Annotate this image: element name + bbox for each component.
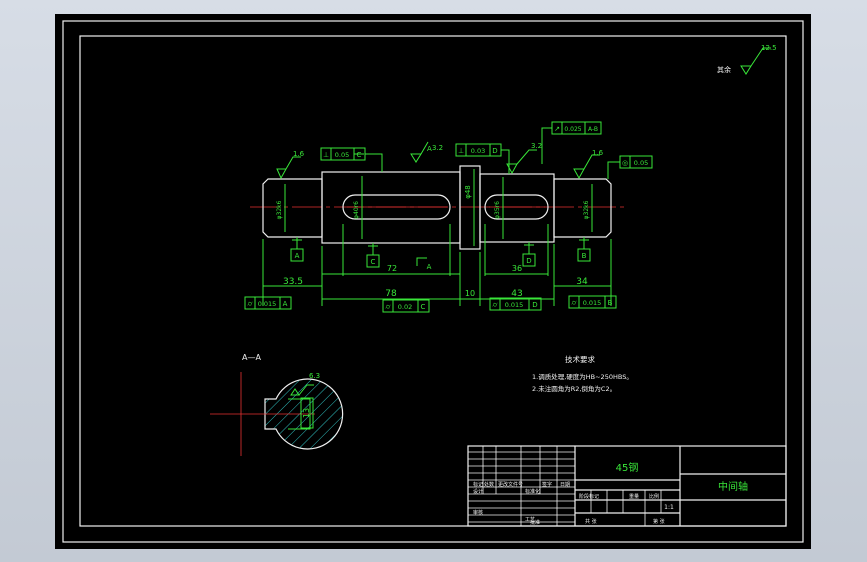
datum-c: C bbox=[366, 243, 380, 268]
tech-requirements-title: 技术要求 bbox=[565, 354, 595, 364]
tb-approve: 批准 bbox=[530, 519, 540, 526]
dim-34: 34 bbox=[576, 277, 588, 287]
dim-72: 72 bbox=[387, 264, 397, 273]
svg-text:0.025: 0.025 bbox=[564, 126, 581, 133]
tb-design: 设计 bbox=[473, 488, 483, 495]
svg-text:C: C bbox=[357, 151, 362, 159]
tb-label-change: 更改文件号 bbox=[498, 481, 523, 488]
svg-text:◎: ◎ bbox=[622, 159, 628, 167]
tb-std: 标准化 bbox=[525, 488, 540, 495]
svg-text:C: C bbox=[421, 303, 426, 311]
diameter-label-3: φ48 bbox=[464, 185, 472, 199]
gdt-frame-4: ◎ 0.05 bbox=[607, 155, 653, 179]
outer-border bbox=[62, 20, 804, 543]
tb-part-name: 中间轴 bbox=[718, 480, 748, 493]
gdt-frame-7: ⌭ 0.015 D bbox=[489, 297, 542, 311]
svg-text:↗: ↗ bbox=[554, 125, 560, 133]
overall-roughness-value: 12.5 bbox=[761, 44, 777, 52]
tb-label-sign: 签字 bbox=[542, 481, 552, 488]
roughness-3: 3.2 bbox=[531, 142, 542, 150]
diameter-label-5: φ32k6 bbox=[583, 200, 590, 219]
svg-text:0.015: 0.015 bbox=[583, 299, 602, 307]
roughness-2: 3.2 bbox=[432, 144, 443, 152]
svg-text:B: B bbox=[608, 299, 613, 307]
section-view-marker: A bbox=[427, 145, 432, 153]
svg-text:B: B bbox=[582, 252, 587, 260]
svg-text:⊥: ⊥ bbox=[458, 147, 464, 155]
datum-d: D bbox=[522, 242, 536, 267]
datum-b: B bbox=[577, 237, 591, 262]
tb-material: 45钢 bbox=[616, 461, 639, 474]
gdt-frame-8: ⌭ 0.015 B bbox=[568, 295, 617, 309]
diameter-label-4: φ35r6 bbox=[494, 201, 501, 219]
drawing-sheet: 其余 12.5 φ32k6 φ40r6 φ48 φ35r6 φ32k6 1.6 … bbox=[62, 20, 804, 543]
tb-scale-label: 比例 bbox=[649, 493, 659, 500]
svg-text:⌭: ⌭ bbox=[247, 300, 252, 308]
svg-text:A: A bbox=[295, 252, 300, 260]
dim-78: 78 bbox=[385, 289, 397, 299]
svg-text:⌭: ⌭ bbox=[571, 299, 576, 307]
shaft-segment-keyed-right bbox=[479, 173, 555, 243]
dim-36: 36 bbox=[512, 264, 522, 273]
diameter-label-1: φ32k6 bbox=[276, 200, 283, 219]
dim-33-5: 33.5 bbox=[283, 277, 303, 287]
svg-text:C: C bbox=[371, 258, 376, 266]
section-roughness: 6.3 bbox=[309, 372, 320, 380]
tb-label-count: 处数 bbox=[484, 481, 494, 488]
svg-text:⌭: ⌭ bbox=[385, 303, 390, 311]
shaft-collar bbox=[459, 165, 481, 250]
gdt-frame-6: ⌭ 0.02 C bbox=[382, 299, 430, 313]
svg-text:⌭: ⌭ bbox=[492, 301, 497, 309]
svg-text:D: D bbox=[526, 257, 531, 265]
datum-a: A bbox=[290, 237, 304, 262]
overall-roughness-label: 其余 bbox=[717, 65, 731, 74]
roughness-1: 1.6 bbox=[293, 150, 305, 158]
tb-review: 审核 bbox=[473, 509, 483, 516]
section-title: A—A bbox=[242, 353, 261, 362]
tb-scale: 1:1 bbox=[664, 504, 674, 511]
tech-requirement-1: 1.调质处理,硬度为HB~250HBS。 bbox=[532, 372, 633, 381]
svg-text:D: D bbox=[532, 301, 537, 309]
shaft-main-view: φ32k6 φ40r6 φ48 φ35r6 φ32k6 bbox=[250, 165, 625, 250]
svg-text:0.03: 0.03 bbox=[471, 147, 485, 155]
section-view bbox=[210, 372, 344, 456]
diameter-label-2: φ40r6 bbox=[353, 201, 360, 219]
section-cut-label: A bbox=[427, 263, 432, 271]
svg-text:A: A bbox=[283, 300, 288, 308]
dimension-lines bbox=[262, 224, 612, 306]
tb-stage: 阶段标记 bbox=[579, 493, 599, 500]
svg-text:A-B: A-B bbox=[588, 126, 598, 133]
dim-10: 10 bbox=[465, 289, 475, 298]
roughness-4: 1.6 bbox=[592, 149, 604, 157]
shaft-segment-left bbox=[262, 178, 323, 238]
tb-weight: 重量 bbox=[629, 493, 639, 500]
svg-text:0.05: 0.05 bbox=[335, 151, 349, 159]
gdt-frame-2: ⊥ 0.03 D bbox=[455, 143, 510, 174]
tb-sheet-no: 第 张 bbox=[653, 518, 665, 525]
svg-text:D: D bbox=[492, 147, 497, 155]
gdt-frame-3: ↗ 0.025 A-B bbox=[541, 121, 602, 164]
svg-text:0.05: 0.05 bbox=[634, 159, 648, 167]
tb-label-date: 日期 bbox=[560, 482, 570, 488]
tb-label-mark: 标记 bbox=[473, 481, 483, 488]
svg-text:0.02: 0.02 bbox=[398, 303, 412, 311]
svg-text:⊥: ⊥ bbox=[323, 151, 329, 159]
section-dim-13: 13 bbox=[302, 408, 311, 418]
cad-viewport[interactable]: 其余 12.5 φ32k6 φ40r6 φ48 φ35r6 φ32k6 1.6 … bbox=[55, 14, 811, 549]
svg-text:0.015: 0.015 bbox=[505, 301, 524, 309]
gdt-frame-5: ⌭ 0.015 A bbox=[244, 296, 292, 310]
tb-sheets: 共 张 bbox=[585, 518, 597, 525]
tech-requirement-2: 2.未注圆角为R2,倒角为C2。 bbox=[532, 384, 616, 393]
gdt-frame-1: ⊥ 0.05 C bbox=[320, 147, 383, 172]
svg-text:0.015: 0.015 bbox=[258, 300, 277, 308]
